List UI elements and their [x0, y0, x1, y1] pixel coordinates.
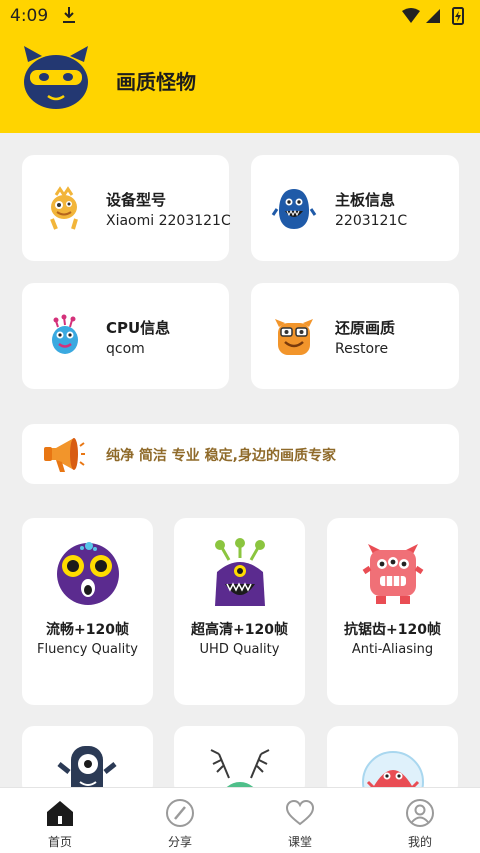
card-value: 2203121C [335, 213, 408, 229]
heart-icon [285, 799, 315, 826]
feature-title: 抗锯齿+120帧 [344, 622, 441, 638]
card-title: 还原画质 [335, 319, 396, 337]
card-title: 主板信息 [335, 191, 396, 209]
bottom-tab-bar: 首页 分享 课堂 我的 [0, 787, 480, 853]
tab-classroom[interactable]: 课堂 [240, 788, 360, 853]
device-model-card[interactable]: 设备型号 Xiaomi 2203121C [22, 155, 231, 261]
home-icon [47, 801, 73, 826]
app-logo [24, 46, 88, 109]
restore-quality-card[interactable]: 还原画质 Restore [251, 283, 459, 389]
status-bar: 4:09 [0, 0, 480, 34]
tab-label: 分享 [167, 835, 192, 849]
blue-monster-icon [271, 189, 317, 229]
tab-mine[interactable]: 我的 [360, 788, 480, 853]
red-monster-icon [362, 544, 424, 604]
card-value: Restore [335, 341, 389, 357]
slogan-text: 纯净 简洁 专业 稳定,身边的画质专家 [106, 448, 336, 464]
slogan-banner: 纯净 简洁 专业 稳定,身边的画质专家 [22, 424, 459, 484]
card-value: Xiaomi 2203121C [106, 213, 231, 229]
tab-label: 首页 [47, 835, 72, 849]
status-time: 4:09 [10, 6, 49, 26]
feature-subtitle: Fluency Quality [37, 642, 138, 657]
purple-monster-icon [57, 542, 119, 605]
download-icon [63, 7, 75, 23]
uhd-quality-card[interactable]: 超高清+120帧 UHD Quality [174, 518, 305, 705]
feature-card-5[interactable] [174, 726, 305, 802]
app-title: 画质怪物 [116, 70, 196, 94]
yellow-monster-icon [50, 186, 78, 230]
signal-icon [426, 9, 440, 23]
tab-share[interactable]: 分享 [120, 788, 240, 853]
feature-card-4[interactable] [22, 726, 153, 802]
megaphone-icon [44, 438, 85, 472]
tab-label: 我的 [407, 835, 432, 849]
card-title: 设备型号 [106, 191, 167, 209]
card-title: CPU信息 [106, 319, 171, 337]
profile-icon [406, 799, 434, 827]
cpu-info-card[interactable]: CPU信息 qcom [22, 283, 229, 389]
card-value: qcom [106, 341, 145, 357]
feature-card-6[interactable] [327, 726, 458, 802]
wifi-icon [402, 8, 420, 23]
compass-icon [166, 799, 194, 827]
orange-monster-icon [275, 319, 313, 355]
app-header: 4:09 画质怪物 [0, 0, 480, 133]
tab-label: 课堂 [287, 835, 312, 849]
tab-home[interactable]: 首页 [0, 788, 120, 853]
balloon-monster-icon [52, 314, 78, 354]
board-info-card[interactable]: 主板信息 2203121C [251, 155, 459, 261]
feature-title: 超高清+120帧 [191, 622, 288, 638]
feature-title: 流畅+120帧 [46, 622, 129, 638]
fluency-quality-card[interactable]: 流畅+120帧 Fluency Quality [22, 518, 153, 705]
antenna-monster-icon [215, 538, 265, 606]
feature-subtitle: Anti-Aliasing [351, 642, 434, 657]
feature-subtitle: UHD Quality [199, 642, 280, 657]
system-status-icons [402, 7, 464, 25]
anti-aliasing-card[interactable]: 抗锯齿+120帧 Anti-Aliasing [327, 518, 458, 705]
